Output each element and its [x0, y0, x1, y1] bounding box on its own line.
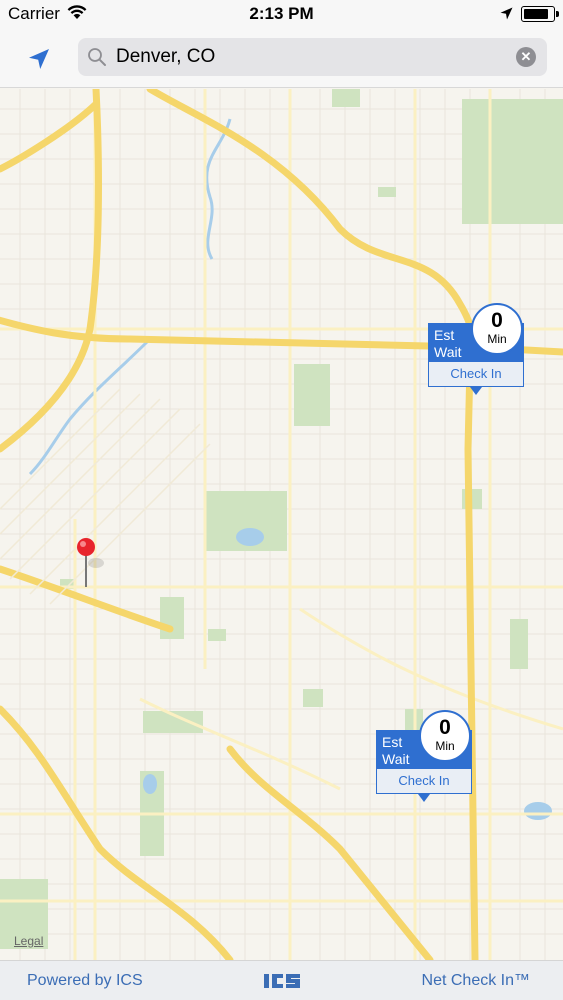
- footer-bar: Powered by ICS Net Check In™: [0, 960, 563, 1000]
- wait-minutes-badge: 0 Min: [419, 710, 471, 762]
- location-arrow-icon: [29, 49, 49, 69]
- current-location-button[interactable]: [22, 42, 56, 76]
- wait-minutes-unit: Min: [435, 739, 455, 753]
- map-view[interactable]: Est Wait 0 Min Check In Est Wait 0 Min C…: [0, 89, 563, 960]
- wait-time-callout[interactable]: Est Wait 0 Min Check In: [428, 303, 526, 397]
- search-icon: [87, 47, 107, 72]
- search-bar: ✕: [0, 30, 563, 88]
- close-icon: ✕: [520, 49, 532, 64]
- status-bar: Carrier 2:13 PM: [0, 0, 563, 30]
- wifi-icon: [67, 4, 87, 25]
- callout-pointer: [418, 794, 430, 802]
- map-tiles: [0, 89, 563, 960]
- search-field[interactable]: ✕: [78, 38, 547, 76]
- est-wait-label: Est Wait: [382, 734, 410, 767]
- wait-minutes-unit: Min: [487, 332, 507, 346]
- est-wait-label: Est Wait: [434, 327, 462, 360]
- wait-minutes-value: 0: [439, 716, 451, 739]
- location-services-icon: [500, 7, 513, 25]
- wait-time-callout[interactable]: Est Wait 0 Min Check In: [376, 710, 474, 804]
- clear-search-button[interactable]: ✕: [516, 47, 536, 67]
- search-input[interactable]: [116, 41, 506, 73]
- wait-minutes-value: 0: [491, 309, 503, 332]
- check-in-button[interactable]: Check In: [428, 361, 524, 387]
- check-in-button[interactable]: Check In: [376, 768, 472, 794]
- wait-minutes-badge: 0 Min: [471, 303, 523, 355]
- callout-pointer: [470, 387, 482, 395]
- legal-link[interactable]: Legal: [14, 934, 43, 948]
- carrier-label: Carrier: [8, 4, 60, 23]
- battery-icon: [521, 6, 559, 22]
- powered-by-link[interactable]: Powered by ICS: [27, 972, 143, 990]
- location-pin-icon[interactable]: [76, 537, 106, 594]
- net-check-in-link[interactable]: Net Check In™: [422, 972, 530, 990]
- ics-logo-icon: [263, 972, 301, 995]
